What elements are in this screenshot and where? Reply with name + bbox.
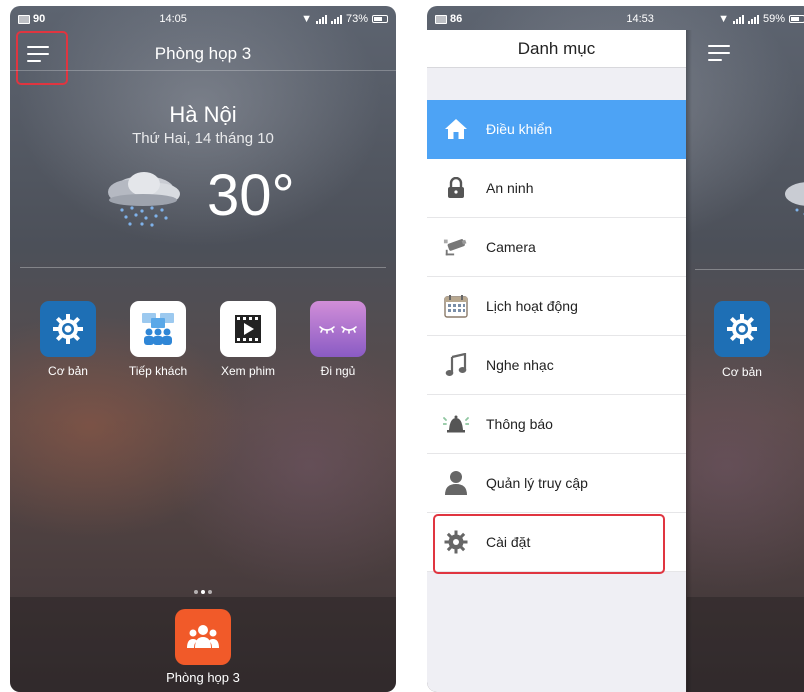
security-camera-icon [443, 234, 469, 260]
rain-cloud-icon [108, 172, 180, 227]
menu-item-access[interactable]: Quản lý truy cập [427, 454, 686, 513]
hamburger-menu-icon[interactable] [27, 44, 51, 64]
group-icon [187, 625, 219, 648]
film-icon [220, 301, 276, 357]
scene-basic[interactable]: Cơ bản [28, 301, 108, 378]
room-app-button[interactable] [175, 609, 231, 665]
battery-percent: 59% [762, 13, 785, 25]
alarm-bell-icon [443, 411, 469, 437]
menu-item-label: Nghe nhạc [486, 357, 554, 373]
music-note-icon [443, 352, 469, 378]
wifi-icon: ▼ [301, 13, 312, 25]
settings-gear-icon [443, 529, 469, 555]
scene-label: Cơ bản [48, 364, 88, 378]
scene-movie[interactable]: Xem phim [208, 301, 288, 378]
menu-item-security[interactable]: An ninh [427, 159, 686, 218]
notification-indicator: 86 [435, 13, 462, 25]
menu-item-label: Cài đặt [486, 534, 531, 550]
header-divider [10, 70, 396, 71]
sleep-eyes-icon [310, 301, 366, 357]
signal-icon [732, 14, 744, 24]
scene-label: Đi ngủ [320, 364, 356, 378]
home-icon [443, 116, 469, 142]
drawer-shadow [686, 30, 692, 692]
status-bar: 90 14:05 ▼ 73% [10, 6, 396, 32]
notification-icon [18, 14, 30, 24]
lock-icon [443, 175, 469, 201]
scene-label: Xem phim [220, 364, 276, 378]
gear-icon [40, 301, 96, 357]
battery-icon [788, 15, 804, 23]
signal-icon [747, 14, 759, 24]
status-time: 14:53 [626, 13, 654, 25]
page-dot [208, 590, 212, 594]
menu-item-camera[interactable]: Camera [427, 218, 686, 277]
scene-label: Tiếp khách [128, 364, 188, 378]
scene-label: Cơ bản [722, 365, 762, 379]
menu-item-label: Thông báo [486, 416, 553, 432]
page-dot [194, 590, 198, 594]
drawer-title: Danh mục [427, 30, 686, 68]
temperature: 30° [207, 163, 295, 228]
rain-cloud-icon [785, 182, 804, 216]
status-icons: ▼ 73% [301, 13, 388, 25]
weather-divider [20, 267, 386, 268]
scene-sleep[interactable]: Đi ngủ [298, 301, 378, 378]
user-icon [443, 470, 469, 496]
menu-item-label: Lịch hoạt động [486, 298, 578, 314]
status-bar: 86 14:53 ▼ 59% [427, 6, 804, 32]
notification-count: 86 [450, 13, 463, 25]
meeting-icon [130, 301, 186, 357]
hamburger-menu-icon[interactable] [708, 43, 732, 63]
menu-item-label: An ninh [486, 180, 534, 196]
scene-basic[interactable]: Cơ bản [714, 301, 770, 379]
weather-divider [695, 269, 804, 270]
battery-icon [371, 15, 388, 23]
weather-date: Thứ Hai, 14 tháng 10 [132, 130, 274, 147]
dock [687, 597, 804, 692]
room-title: Phòng họp 3 [154, 44, 252, 63]
signal-icon [330, 14, 342, 24]
drawer-menu: Điều khiển An ninh Camera Lịch hoạt động [427, 100, 686, 572]
status-time: 14:05 [159, 13, 187, 25]
gear-icon [714, 301, 770, 357]
weather-city: Hà Nội [169, 102, 237, 127]
calendar-icon [443, 293, 469, 319]
scene-guest[interactable]: Tiếp khách [118, 301, 198, 378]
battery-percent: 73% [345, 13, 368, 25]
home-screen: 90 14:05 ▼ 73% Phòng họp 3 Hà Nội Thứ Ha… [10, 6, 396, 692]
page-indicator[interactable] [10, 590, 396, 594]
scene-list: Cơ bản Tiếp khách Xem phim Đi ngủ [28, 301, 378, 378]
wifi-icon: ▼ [718, 13, 729, 25]
menu-item-schedule[interactable]: Lịch hoạt động [427, 277, 686, 336]
notification-indicator: 90 [18, 13, 45, 25]
page-dot-active [201, 590, 205, 594]
notification-icon [435, 14, 447, 24]
menu-item-label: Điều khiển [486, 121, 553, 137]
menu-item-label: Quản lý truy cập [486, 475, 588, 491]
menu-item-settings[interactable]: Cài đặt [427, 513, 686, 572]
side-drawer: Danh mục Điều khiển An ninh Camera Lịch … [427, 30, 686, 692]
menu-item-music[interactable]: Nghe nhạc [427, 336, 686, 395]
menu-item-control[interactable]: Điều khiển [427, 100, 686, 159]
menu-screen: 86 14:53 ▼ 59% Cơ bản Danh mục Điều khiể… [427, 6, 804, 692]
signal-icon [315, 14, 327, 24]
menu-item-notifications[interactable]: Thông báo [427, 395, 686, 454]
notification-count: 90 [33, 13, 46, 25]
dock-label: Phòng họp 3 [166, 670, 240, 685]
status-icons: ▼ 59% [718, 13, 804, 25]
menu-item-label: Camera [486, 239, 536, 255]
